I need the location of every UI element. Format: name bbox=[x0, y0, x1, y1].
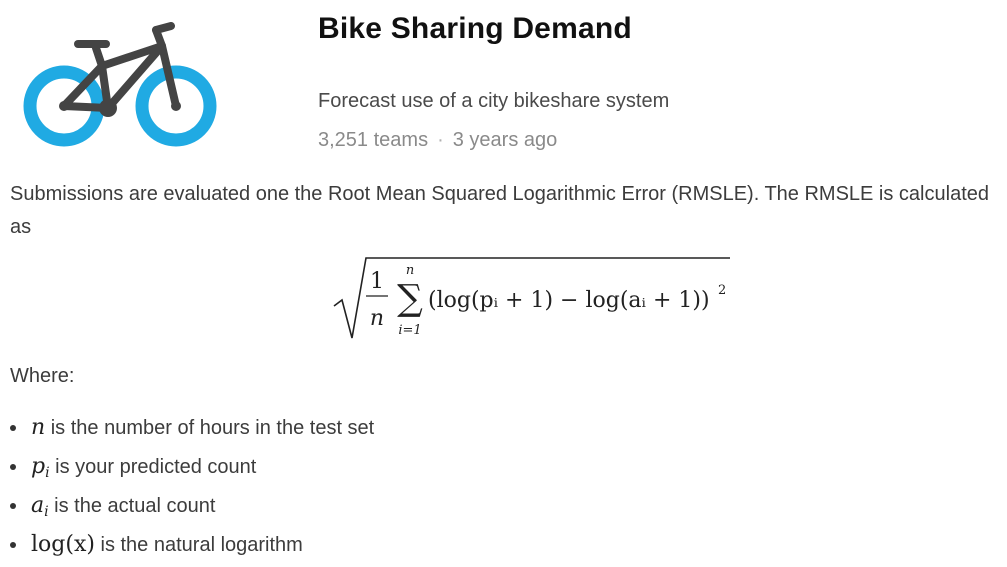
definition-text: is the natural logarithm bbox=[100, 534, 303, 556]
math-symbol: n bbox=[31, 415, 46, 440]
list-item: log(x) is the natural logarithm bbox=[0, 525, 700, 564]
fraction-numerator: 1 bbox=[370, 269, 384, 294]
math-symbol: ai bbox=[31, 493, 49, 520]
math-subscript: i bbox=[44, 504, 49, 520]
competition-age: 3 years ago bbox=[452, 129, 558, 151]
competition-logo bbox=[16, 22, 220, 150]
list-item: n is the number of hours in the test set bbox=[0, 408, 700, 447]
definition-text: is the number of hours in the test set bbox=[50, 417, 375, 439]
sum-symbol: ∑ bbox=[397, 278, 423, 319]
rmsle-formula: 1 n n ∑ i=1 (log(pᵢ + 1) − log(aᵢ + 1)) … bbox=[333, 257, 730, 339]
where-label: Where: bbox=[10, 365, 75, 387]
definition-text: is the actual count bbox=[54, 495, 216, 517]
competition-title[interactable]: Bike Sharing Demand bbox=[318, 12, 632, 46]
team-count: 3,251 teams bbox=[318, 129, 429, 151]
formula-exponent: 2 bbox=[718, 283, 726, 298]
sum-lower-limit: i=1 bbox=[398, 323, 421, 338]
bullet bbox=[10, 542, 16, 548]
math-subscript: i bbox=[45, 465, 50, 481]
list-item: pi is your predicted count bbox=[0, 447, 700, 486]
fraction-denominator: n bbox=[370, 306, 384, 331]
bullet bbox=[10, 464, 16, 470]
math-symbol: log(x) bbox=[31, 532, 95, 557]
competition-meta: 3,251 teams · 3 years ago bbox=[318, 129, 557, 152]
bicycle-icon bbox=[23, 22, 217, 147]
competition-subtitle: Forecast use of a city bikeshare system bbox=[318, 90, 670, 112]
bullet bbox=[10, 425, 16, 431]
formula-body: (log(pᵢ + 1) − log(aᵢ + 1)) bbox=[428, 288, 710, 313]
definition-text: is your predicted count bbox=[55, 456, 257, 478]
math-symbol: pi bbox=[31, 454, 50, 481]
list-item: ai is the actual count bbox=[0, 486, 700, 525]
evaluation-intro: Submissions are evaluated one the Root M… bbox=[10, 183, 989, 238]
bullet bbox=[10, 503, 16, 509]
definitions-list: n is the number of hours in the test set… bbox=[0, 408, 700, 564]
meta-separator: · bbox=[437, 129, 444, 151]
sum-upper-limit: n bbox=[406, 263, 414, 278]
